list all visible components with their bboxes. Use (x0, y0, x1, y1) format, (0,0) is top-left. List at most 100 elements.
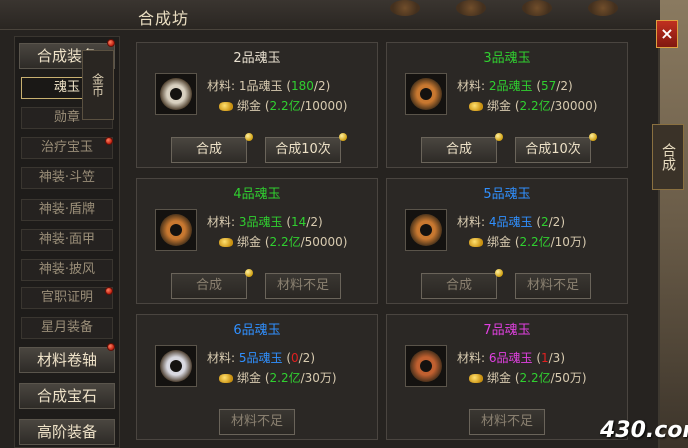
gold-cost: /10万) (550, 235, 587, 249)
paren-open: ( (532, 351, 541, 365)
gold-cost: /30000) (550, 99, 598, 113)
gold-cost: /30万) (300, 371, 337, 385)
synthesize-button[interactable]: 合成 (421, 137, 497, 163)
hud-icon-3 (522, 0, 552, 16)
window-title: 合成坊 (138, 9, 190, 28)
material-owned-count: 2 (541, 215, 549, 229)
gold-owned: 2.2亿 (519, 371, 551, 385)
sidebar-item-divine-shield[interactable]: 神装·盾牌 (21, 199, 113, 221)
gold-owned: 2.2亿 (519, 99, 551, 113)
material-name: 6品魂玉 (488, 351, 533, 365)
gold-label: 绑金 ( (487, 235, 520, 249)
notification-dot (105, 287, 113, 295)
gold-label: 绑金 ( (237, 235, 270, 249)
item-slot[interactable] (405, 73, 447, 115)
insufficient-materials-button[interactable]: 材料不足 (469, 409, 545, 435)
material-requirement: 材料: 5品魂玉 (0/2) (207, 349, 315, 366)
gold-label: 绑金 ( (237, 371, 270, 385)
category-advanced-equipment[interactable]: 高阶装备 (19, 419, 115, 445)
insufficient-materials-button[interactable]: 材料不足 (219, 409, 295, 435)
window-titlebar[interactable]: 合成坊 (0, 0, 660, 30)
item-slot[interactable] (405, 209, 447, 251)
gold-label: 绑金 ( (237, 99, 270, 113)
soul-jade-icon (410, 214, 442, 246)
material-name: 4品魂玉 (488, 215, 533, 229)
gold-owned: 2.2亿 (269, 235, 301, 249)
synthesize-10x-button[interactable]: 合成10次 (265, 137, 341, 163)
item-slot[interactable] (405, 345, 447, 387)
tab-merge[interactable]: 合成 (652, 124, 684, 190)
gold-requirement: 绑金 (2.2亿/30万) (219, 369, 337, 386)
material-owned-count: 57 (541, 79, 557, 93)
synthesize-10x-button[interactable]: 合成10次 (515, 137, 591, 163)
material-required-count: /2) (313, 79, 331, 93)
soul-jade-icon (160, 214, 192, 246)
recipe-panel: 7品魂玉 材料: 6品魂玉 (1/3) 绑金 (2.2亿/50万) 材料不足 (386, 314, 628, 440)
item-slot[interactable] (155, 73, 197, 115)
category-material-scroll[interactable]: 材料卷轴 (19, 347, 115, 373)
paren-open: ( (532, 215, 541, 229)
insufficient-materials-button[interactable]: 材料不足 (515, 273, 591, 299)
material-label: 材料: (207, 351, 239, 365)
recipe-title: 3品魂玉 (483, 51, 531, 66)
gold-ingot-icon (469, 374, 483, 383)
sidebar-item-star-moon-gear[interactable]: 星月装备 (21, 317, 113, 339)
material-label: 材料: (457, 215, 489, 229)
sidebar-item-divine-hat[interactable]: 神装·斗笠 (21, 167, 113, 189)
sidebar-item-divine-cloak[interactable]: 神装·披风 (21, 259, 113, 281)
sidebar-item-divine-mask[interactable]: 神装·面甲 (21, 229, 113, 251)
material-name: 5品魂玉 (238, 351, 283, 365)
material-name: 2品魂玉 (488, 79, 533, 93)
synthesize-button[interactable]: 合成 (171, 273, 247, 299)
soul-jade-icon (160, 78, 192, 110)
close-button[interactable]: × (656, 20, 678, 48)
paren-open: ( (532, 79, 541, 93)
soul-jade-icon (160, 350, 192, 382)
material-label: 材料: (457, 79, 489, 93)
material-name: 3品魂玉 (238, 215, 283, 229)
recipe-panel: 4品魂玉 材料: 3品魂玉 (14/2) 绑金 (2.2亿/50000) 合成 … (136, 178, 378, 304)
paren-open: ( (282, 351, 291, 365)
material-required-count: /2) (548, 215, 565, 229)
material-required-count: /3) (548, 351, 565, 365)
paren-open: ( (282, 79, 291, 93)
synthesize-button[interactable]: 合成 (421, 273, 497, 299)
recipe-title: 4品魂玉 (233, 187, 281, 202)
material-required-count: /2) (306, 215, 323, 229)
notification-dot (105, 137, 113, 145)
category-synth-gem[interactable]: 合成宝石 (19, 383, 115, 409)
recipe-panel: 5品魂玉 材料: 4品魂玉 (2/2) 绑金 (2.2亿/10万) 合成 材料不… (386, 178, 628, 304)
recipe-title: 7品魂玉 (483, 323, 531, 338)
gold-owned: 2.2亿 (519, 235, 551, 249)
material-owned-count: 1 (541, 351, 549, 365)
hud-icon-1 (390, 0, 420, 16)
top-hud-icons (390, 0, 660, 20)
sidebar-item-healing-gem[interactable]: 治疗宝玉 (21, 137, 113, 159)
insufficient-materials-button[interactable]: 材料不足 (265, 273, 341, 299)
gold-label: 绑金 ( (487, 99, 520, 113)
material-required-count: /2) (556, 79, 573, 93)
material-label: 材料: (457, 351, 489, 365)
material-name: 1品魂玉 (238, 79, 283, 93)
tab-gold[interactable]: 金币 (82, 50, 114, 120)
material-requirement: 材料: 1品魂玉 (180/2) (207, 77, 330, 94)
recipe-title: 5品魂玉 (483, 187, 531, 202)
material-requirement: 材料: 3品魂玉 (14/2) (207, 213, 323, 230)
material-required-count: /2) (298, 351, 315, 365)
synthesize-button[interactable]: 合成 (171, 137, 247, 163)
gold-ingot-icon (219, 102, 233, 111)
gold-requirement: 绑金 (2.2亿/50000) (219, 233, 348, 250)
recipe-title: 2品魂玉 (233, 51, 281, 66)
item-slot[interactable] (155, 345, 197, 387)
gold-owned: 2.2亿 (269, 371, 301, 385)
hud-icon-4 (588, 0, 618, 16)
item-slot[interactable] (155, 209, 197, 251)
gold-ingot-icon (219, 374, 233, 383)
soul-jade-icon (410, 350, 442, 382)
recipe-panel: 2品魂玉 材料: 1品魂玉 (180/2) 绑金 (2.2亿/10000) 合成… (136, 42, 378, 168)
coin-indicator-icon (339, 133, 347, 141)
sidebar-item-official-cert[interactable]: 官职证明 (21, 287, 113, 309)
gold-ingot-icon (219, 238, 233, 247)
gold-cost: /50000) (300, 235, 348, 249)
coin-indicator-icon (589, 133, 597, 141)
